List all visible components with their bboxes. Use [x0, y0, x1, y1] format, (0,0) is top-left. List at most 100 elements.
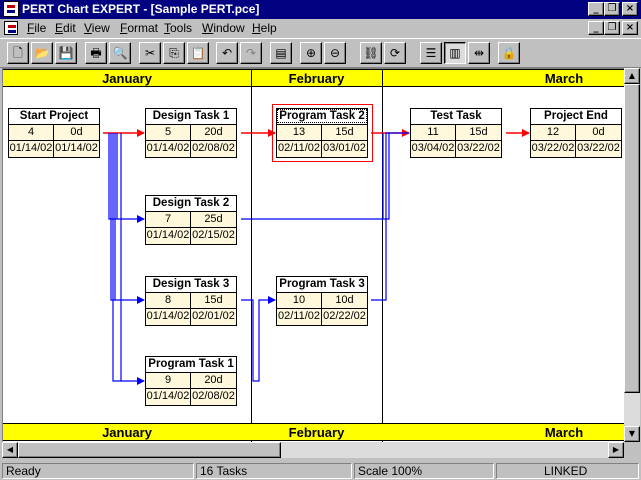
task-start: 01/14/02 — [146, 141, 191, 157]
new-icon[interactable]: 🗋 — [7, 42, 29, 64]
task-program-task-3[interactable]: Program Task 3 10 10d 02/11/02 02/22/02 — [276, 276, 373, 331]
task-duration: 0d — [576, 125, 621, 141]
task-project-end[interactable]: Project End 12 0d 03/22/02 03/22/02 — [530, 108, 624, 163]
task-duration: 25d — [191, 212, 236, 228]
month-label: March — [544, 425, 584, 440]
close-icon[interactable]: × — [622, 2, 638, 16]
task-start: 01/14/02 — [146, 389, 191, 405]
task-program-task-2[interactable]: Program Task 2 13 15d 02/11/02 03/01/02 — [276, 108, 373, 163]
month-label: January — [102, 425, 152, 440]
task-duration: 20d — [191, 125, 236, 141]
task-info-icon[interactable]: ▤ — [270, 42, 292, 64]
task-start: 02/11/02 — [277, 141, 322, 157]
link-tasks-icon[interactable]: ⇹ — [468, 42, 490, 64]
task-finish: 02/08/02 — [191, 389, 236, 405]
link-status-text: LINKED — [544, 464, 588, 478]
print-icon[interactable]: 🖶 — [85, 42, 107, 64]
status-bar: Ready 16 Tasks Scale 100% LINKED — [0, 460, 641, 480]
task-id: 4 — [9, 125, 54, 141]
vertical-scrollbar[interactable]: ▲ ▼ — [624, 68, 640, 442]
open-icon[interactable]: 📂 — [31, 42, 53, 64]
refresh-icon[interactable]: ⟳ — [384, 42, 406, 64]
scroll-down-icon[interactable]: ▼ — [624, 426, 640, 442]
menu-view[interactable]: View — [84, 21, 110, 35]
print-preview-icon[interactable]: 🔍 — [109, 42, 131, 64]
task-design-task-3[interactable]: Design Task 3 8 15d 01/14/02 02/01/02 — [145, 276, 242, 331]
task-finish: 02/22/02 — [322, 309, 367, 325]
pert-chart-canvas[interactable]: January February March Start Project 4 0… — [2, 68, 624, 442]
menu-tools[interactable]: Tools — [164, 21, 192, 35]
scroll-right-icon[interactable]: ▶ — [608, 442, 624, 458]
cut-icon[interactable]: ✂ — [139, 42, 161, 64]
task-duration: 20d — [191, 373, 236, 389]
task-duration: 0d — [54, 125, 99, 141]
task-test-task[interactable]: Test Task 11 15d 03/04/02 03/22/02 — [410, 108, 507, 163]
menu-window[interactable]: Window — [202, 21, 245, 35]
lock-icon[interactable]: 🔒 — [498, 42, 520, 64]
month-label: February — [288, 425, 345, 440]
task-name: Project End — [531, 109, 621, 125]
undo-icon[interactable]: ↶ — [216, 42, 238, 64]
doc-close-icon[interactable]: × — [622, 21, 638, 35]
scroll-up-icon[interactable]: ▲ — [624, 68, 640, 84]
task-id: 13 — [277, 125, 322, 141]
menu-format[interactable]: Format — [120, 21, 158, 35]
title-bar: PERT Chart EXPERT - [Sample PERT.pce] _ … — [0, 0, 641, 19]
doc-restore-icon[interactable]: ❐ — [604, 21, 620, 35]
task-start: 02/11/02 — [277, 309, 322, 325]
doc-minimize-icon[interactable]: _ — [588, 21, 604, 35]
scroll-left-icon[interactable]: ◀ — [2, 442, 18, 458]
task-program-task-1[interactable]: Program Task 1 9 20d 01/14/02 02/08/02 — [145, 356, 242, 411]
task-name: Design Task 2 — [146, 196, 236, 212]
task-finish: 03/01/02 — [322, 141, 367, 157]
task-duration: 15d — [322, 125, 367, 141]
timescale-bottom: January February March — [3, 423, 624, 441]
vertical-scroll-thumb[interactable] — [624, 84, 640, 393]
task-name-text: Program Task 2 — [277, 109, 367, 123]
document-icon[interactable] — [4, 21, 18, 35]
task-name: Program Task 3 — [277, 277, 367, 293]
task-count: 16 Tasks — [196, 463, 352, 479]
task-start-project[interactable]: Start Project 4 0d 01/14/02 01/14/02 — [8, 108, 105, 163]
minimize-icon[interactable]: _ — [588, 2, 604, 16]
task-finish: 02/08/02 — [191, 141, 236, 157]
task-id: 12 — [531, 125, 576, 141]
menu-edit[interactable]: Edit — [55, 21, 76, 35]
save-icon[interactable]: 💾 — [55, 42, 77, 64]
task-start: 03/04/02 — [411, 141, 456, 157]
task-name: Program Task 2 — [277, 109, 367, 125]
status-text: Ready — [2, 463, 194, 479]
zoom-in-icon[interactable]: ⊕ — [300, 42, 322, 64]
task-finish: 02/01/02 — [191, 309, 236, 325]
menu-file[interactable]: File — [27, 21, 46, 35]
horizontal-scroll-thumb[interactable] — [18, 442, 281, 458]
zoom-scale: Scale 100% — [354, 463, 494, 479]
app-icon[interactable] — [3, 1, 19, 17]
task-id: 8 — [146, 293, 191, 309]
task-finish: 02/15/02 — [191, 228, 236, 244]
timescale-view-icon[interactable]: ▥ — [444, 42, 466, 64]
link-status: LINKED — [496, 463, 639, 479]
toolbar: 🗋 📂 💾 🖶 🔍 ✂ ⎘ 📋 ↶ ↷ ▤ ⊕ ⊖ ⛓ ⟳ ☰ ▥ ⇹ 🔒 — [0, 38, 641, 68]
task-finish: 03/22/02 — [456, 141, 501, 157]
task-duration: 10d — [322, 293, 367, 309]
task-id: 5 — [146, 125, 191, 141]
link-project-icon[interactable]: ⛓ — [360, 42, 382, 64]
zoom-out-icon[interactable]: ⊖ — [324, 42, 346, 64]
task-finish: 03/22/02 — [576, 141, 621, 157]
paste-icon[interactable]: 📋 — [187, 42, 209, 64]
task-duration: 15d — [456, 125, 501, 141]
copy-icon[interactable]: ⎘ — [163, 42, 185, 64]
task-design-task-2[interactable]: Design Task 2 7 25d 01/14/02 02/15/02 — [145, 195, 242, 250]
menu-help[interactable]: Help — [252, 21, 277, 35]
task-finish: 01/14/02 — [54, 141, 99, 157]
redo-icon[interactable]: ↷ — [240, 42, 262, 64]
horizontal-scrollbar[interactable]: ◀ ▶ — [2, 442, 624, 458]
list-view-icon[interactable]: ☰ — [420, 42, 442, 64]
task-id: 10 — [277, 293, 322, 309]
task-design-task-1[interactable]: Design Task 1 5 20d 01/14/02 02/08/02 — [145, 108, 242, 163]
task-duration: 15d — [191, 293, 236, 309]
menu-bar: File Edit View Format Tools Window Help … — [0, 19, 641, 38]
restore-icon[interactable]: ❐ — [604, 2, 620, 16]
task-start: 01/14/02 — [9, 141, 54, 157]
